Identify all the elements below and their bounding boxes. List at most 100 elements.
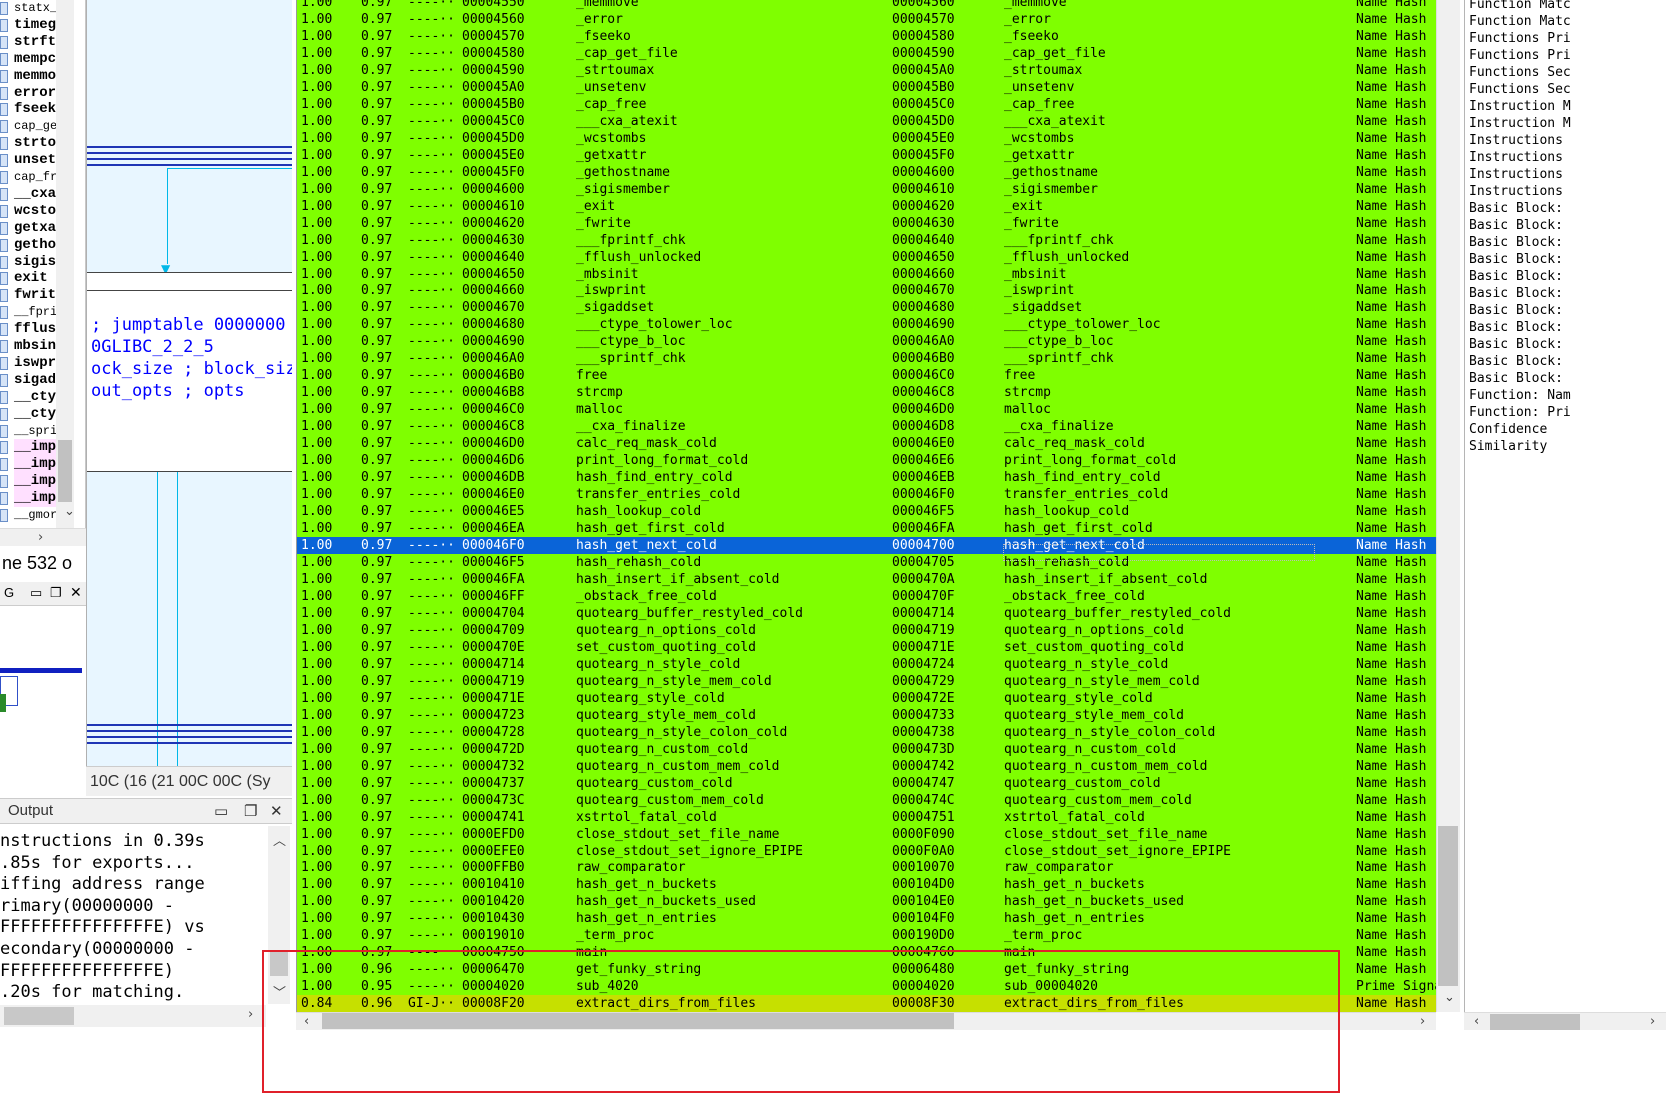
- table-row[interactable]: 1.00 0.97 ----··· 00004660 _iswprint 00004670…: [297, 282, 1436, 300]
- similarity-cell: 1.00: [301, 555, 333, 570]
- table-row[interactable]: 1.00 0.97 ----··· 000046F0 hash_get_next_col…: [297, 537, 1436, 555]
- scroll-left-arrow-icon[interactable]: ‹: [1474, 1014, 1479, 1029]
- function-icon: [0, 424, 8, 438]
- table-row[interactable]: 1.00 0.97 ----··· 00004640 _fflush_unlocked 0…: [297, 248, 1436, 266]
- table-row[interactable]: 1.00 0.97 ----··· 00004737 quotearg_custom_c…: [297, 774, 1436, 792]
- function-icon: [0, 492, 8, 506]
- table-row[interactable]: 1.00 0.97 ----··· 00010430 hash_get_n_entrie…: [297, 910, 1436, 928]
- tab-graph-overview[interactable]: G: [4, 585, 14, 600]
- table-row[interactable]: 1.00 0.97 ----··· 00019010 _term_proc 000190D…: [297, 927, 1436, 945]
- table-row[interactable]: 1.00 0.97 ----··· 000046E0 transfer_entries_…: [297, 486, 1436, 504]
- flags-cell: ----···: [408, 62, 454, 78]
- table-row[interactable]: 1.00 0.97 ----··· 000046EA hash_get_first_co…: [297, 520, 1436, 538]
- table-row[interactable]: 1.00 0.97 ----··· 00010410 hash_get_n_bucket…: [297, 876, 1436, 894]
- table-row[interactable]: 1.00 0.97 ----··· 000046DB hash_find_entry_c…: [297, 469, 1436, 487]
- primary-address-cell: 000046C0: [462, 402, 525, 418]
- scroll-down-arrow-icon[interactable]: ⌄: [64, 504, 75, 519]
- table-row[interactable]: 1.00 0.97 ----··· 00004680 ___ctype_tolower_…: [297, 316, 1436, 334]
- table-row[interactable]: 1.00 0.97 ----··· 000046D0 calc_req_mask_col…: [297, 435, 1436, 453]
- table-row[interactable]: 1.00 0.97 ----··· 00004670 _sigaddset 0000468…: [297, 299, 1436, 317]
- table-row[interactable]: 1.00 0.97 ----··· 00004590 _strtoumax 000045A…: [297, 61, 1436, 79]
- table-vscroll-thumb[interactable]: [1438, 826, 1458, 986]
- details-hscrollbar[interactable]: ‹ ›: [1464, 1012, 1666, 1030]
- scroll-right-arrow-icon[interactable]: ›: [1420, 1014, 1425, 1029]
- secondary-address-cell: 000045F0: [892, 147, 955, 163]
- table-row[interactable]: 1.00 0.97 ----··· 00004570 _fseeko 00004580 _f…: [297, 27, 1436, 45]
- window-icon[interactable]: ▭: [214, 799, 228, 823]
- primary-address-cell: 00004630: [462, 232, 525, 248]
- table-row[interactable]: 1.00 0.97 ----··· 000045E0 _getxattr 000045F0…: [297, 146, 1436, 164]
- functions-list-hscrollbar[interactable]: ›: [0, 528, 86, 546]
- scroll-down-arrow-icon[interactable]: ⌄: [1444, 990, 1455, 1005]
- primary-name-cell: _unsetenv: [576, 79, 647, 95]
- table-row[interactable]: 1.00 0.97 ----··· 00004714 quotearg_n_style_…: [297, 655, 1436, 673]
- table-row[interactable]: 1.00 0.97 ----··· 00004630 ___fprintf_chk 000…: [297, 231, 1436, 249]
- output-hscroll-thumb[interactable]: [4, 1007, 74, 1025]
- table-row[interactable]: 1.00 0.97 ----··· 00010420 hash_get_n_bucket…: [297, 893, 1436, 911]
- table-row[interactable]: 1.00 0.97 ----··· 00004704 quotearg_buffer_r…: [297, 604, 1436, 622]
- scroll-up-arrow-icon[interactable]: ︿: [273, 830, 286, 849]
- table-row[interactable]: 1.00 0.97 ----··· 000045A0 _unsetenv 000045B0…: [297, 78, 1436, 96]
- similarity-cell: 1.00: [301, 164, 333, 180]
- table-row[interactable]: 1.00 0.97 ----··· 000046A0 ___sprintf_chk 000…: [297, 350, 1436, 368]
- table-row[interactable]: 1.00 0.97 ----··· 00004719 quotearg_n_style_…: [297, 672, 1436, 690]
- table-row[interactable]: 1.00 0.97 ----··· 0000EFE0 close_stdout_set_…: [297, 842, 1436, 860]
- restore-icon[interactable]: ❐: [50, 585, 62, 601]
- table-row[interactable]: 1.00 0.97 ----··· 000046B0 free 000046C0 free N…: [297, 367, 1436, 385]
- edge-stripe: [87, 158, 292, 160]
- table-row[interactable]: 1.00 0.97 ----··· 000046E5 hash_lookup_cold 0…: [297, 503, 1436, 521]
- disassembly-graph-view[interactable]: ▼ ; jumptable 0000000 0GLIBC_2_2_5 ock_s…: [86, 0, 292, 796]
- table-row[interactable]: 1.00 0.97 ----··· 00004723 quotearg_style_me…: [297, 706, 1436, 724]
- scroll-right-arrow-icon[interactable]: ›: [38, 530, 43, 545]
- graph-overview-canvas[interactable]: [0, 606, 86, 796]
- table-row[interactable]: 1.00 0.97 ----··· 000046C0 malloc 000046D0 mal…: [297, 401, 1436, 419]
- confidence-cell: 0.97: [361, 792, 393, 808]
- table-row[interactable]: 1.00 0.97 ----··· 00004610 _exit 00004620 _exi…: [297, 197, 1436, 215]
- detail-row-label: Similarity: [1469, 439, 1548, 454]
- table-row[interactable]: 1.00 0.97 ----··· 00004580 _cap_get_file 0000…: [297, 44, 1436, 62]
- table-row[interactable]: 1.00 0.97 ----··· 0000471E quotearg_style_co…: [297, 689, 1436, 707]
- close-icon[interactable]: ✕: [270, 799, 283, 823]
- graph-code-block[interactable]: ; jumptable 0000000 0GLIBC_2_2_5 ock_siz…: [87, 290, 292, 472]
- table-row[interactable]: 1.00 0.97 ----··· 000045F0 _gethostname 00004…: [297, 163, 1436, 181]
- table-row[interactable]: 1.00 0.97 ----··· 000046B8 strcmp 000046C8 str…: [297, 384, 1436, 402]
- algorithm-cell: Name Hash: [1356, 928, 1427, 944]
- table-row[interactable]: 1.00 0.97 ----··· 000046C8 __cxa_finalize 000…: [297, 418, 1436, 436]
- window-icon[interactable]: ▭: [30, 585, 42, 601]
- functions-list-scroll-thumb[interactable]: [58, 440, 72, 502]
- table-row[interactable]: 1.00 0.97 ----··· 0000472D quotearg_n_custom…: [297, 740, 1436, 758]
- details-hscroll-thumb[interactable]: [1490, 1014, 1580, 1030]
- table-row[interactable]: 1.00 0.97 ----··· 000046F5 hash_rehash_cold 0…: [297, 554, 1436, 571]
- scroll-right-arrow-icon[interactable]: ›: [248, 1007, 253, 1022]
- table-row[interactable]: 1.00 0.97 ----··· 000046FF _obstack_free_col…: [297, 587, 1436, 605]
- confidence-cell: 0.97: [361, 673, 393, 689]
- table-row[interactable]: 1.00 0.97 ----··· 00004728 quotearg_n_style_…: [297, 723, 1436, 741]
- output-log[interactable]: nstructions in 0.39s .85s for exports... i…: [0, 826, 292, 1028]
- table-row[interactable]: 1.00 0.97 ----··· 00004550 _memmove 00004560 _…: [297, 0, 1436, 11]
- table-row[interactable]: 1.00 0.97 ----··· 000046FA hash_insert_if_ab…: [297, 570, 1436, 588]
- table-row[interactable]: 1.00 0.97 ----··· 00004741 xstrtol_fatal_col…: [297, 808, 1436, 826]
- table-row[interactable]: 1.00 0.97 ----··· 00004600 _sigismember 00004…: [297, 180, 1436, 198]
- table-row[interactable]: 1.00 0.97 ----··· 000045B0 _cap_free 000045C0…: [297, 95, 1436, 113]
- table-row[interactable]: 1.00 0.97 ----··· 00004690 ___ctype_b_loc 000…: [297, 333, 1436, 351]
- close-icon[interactable]: ✕: [70, 584, 82, 601]
- scroll-right-arrow-icon[interactable]: ›: [1650, 1014, 1655, 1029]
- algorithm-cell: Name Hash: [1356, 232, 1427, 248]
- table-row[interactable]: 1.00 0.97 ----··· 00004709 quotearg_n_option…: [297, 621, 1436, 639]
- algorithm-cell: Name Hash: [1356, 164, 1427, 180]
- table-row[interactable]: 1.00 0.97 ----··· 0000FFB0 raw_comparator 000…: [297, 859, 1436, 877]
- flags-cell: ----···: [408, 877, 454, 893]
- table-row[interactable]: 1.00 0.97 ----··· 0000470E set_custom_quotin…: [297, 638, 1436, 656]
- table-row[interactable]: 1.00 0.97 ----··· 00004560 _error 00004570 _er…: [297, 10, 1436, 28]
- matched-functions-table[interactable]: 1.00 0.97 ----··· 00004550 _memmove 00004560 _…: [296, 0, 1436, 1012]
- table-row[interactable]: 1.00 0.97 ----··· 00004620 _fwrite 00004630 _f…: [297, 214, 1436, 232]
- table-row[interactable]: 1.00 0.97 ----··· 000045C0 ___cxa_atexit 0000…: [297, 112, 1436, 130]
- table-row[interactable]: 1.00 0.97 ----··· 000046D6 print_long_format…: [297, 452, 1436, 470]
- table-row[interactable]: 1.00 0.97 ----··· 0000473C quotearg_custom_m…: [297, 791, 1436, 809]
- table-row[interactable]: 1.00 0.97 ----··· 000045D0 _wcstombs 000045E0…: [297, 129, 1436, 147]
- restore-icon[interactable]: ❐: [244, 799, 257, 823]
- similarity-cell: 1.00: [301, 317, 333, 333]
- table-row[interactable]: 1.00 0.97 ----··· 00004650 _mbsinit 00004660 _…: [297, 265, 1436, 283]
- table-row[interactable]: 1.00 0.97 ----··· 00004732 quotearg_n_custom…: [297, 757, 1436, 775]
- table-row[interactable]: 1.00 0.97 ----··· 0000EFD0 close_stdout_set_…: [297, 825, 1436, 843]
